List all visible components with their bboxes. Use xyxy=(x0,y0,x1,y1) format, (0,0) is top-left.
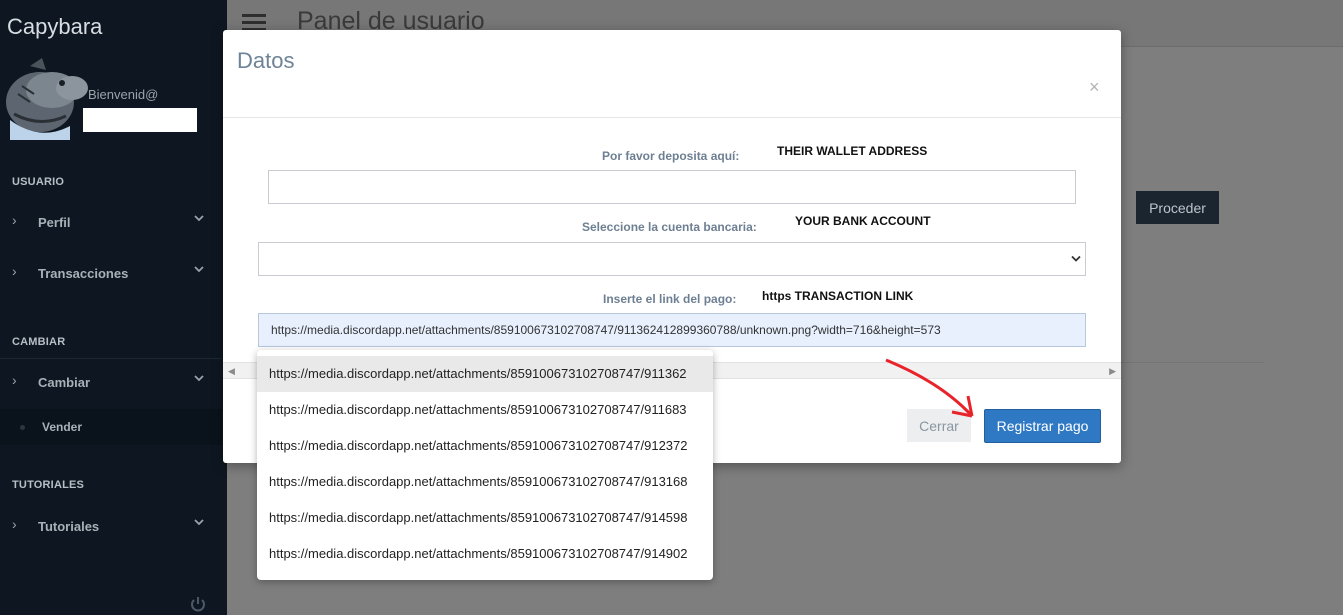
autocomplete-item[interactable]: https://media.discordapp.net/attachments… xyxy=(257,356,713,392)
chevron-down-icon xyxy=(194,519,204,526)
scroll-left-icon[interactable]: ◀ xyxy=(228,366,235,377)
link-annotation: https TRANSACTION LINK xyxy=(762,289,914,303)
bank-annotation: YOUR BANK ACCOUNT xyxy=(795,214,931,228)
wallet-address-input[interactable] xyxy=(268,170,1076,204)
chevron-right-icon: › xyxy=(12,372,17,388)
link-label: Inserte el link del pago: xyxy=(603,292,737,306)
autocomplete-item[interactable]: https://media.discordapp.net/attachments… xyxy=(257,392,713,428)
chevron-down-icon xyxy=(194,266,204,273)
brand-title[interactable]: Capybara xyxy=(7,14,102,40)
sidebar: Capybara Bienvenid@ USUARIO › Perfil › T… xyxy=(0,0,227,615)
deposit-label: Por favor deposita aquí: xyxy=(602,149,740,163)
close-icon[interactable]: × xyxy=(1089,77,1100,98)
payment-link-input[interactable]: https://media.discordapp.net/attachments… xyxy=(258,313,1086,347)
section-cambiar: CAMBIAR xyxy=(12,336,66,348)
section-tutoriales: TUTORIALES xyxy=(12,479,85,491)
wallet-annotation: THEIR WALLET ADDRESS xyxy=(777,144,928,158)
scroll-right-icon[interactable]: ▶ xyxy=(1109,366,1116,377)
chevron-down-icon xyxy=(1071,255,1081,262)
chevron-down-icon xyxy=(194,375,204,382)
annotation-arrow-icon xyxy=(885,358,974,418)
sidebar-item-transacciones[interactable]: › Transacciones xyxy=(0,251,222,295)
nav-divider xyxy=(0,358,222,359)
autocomplete-item[interactable]: https://media.discordapp.net/attachments… xyxy=(257,536,713,572)
chevron-right-icon: › xyxy=(12,263,17,279)
sidebar-item-label: Vender xyxy=(42,420,83,434)
bank-label: Seleccione la cuenta bancaria: xyxy=(582,220,757,234)
sidebar-item-label: Tutoriales xyxy=(38,518,100,534)
sidebar-item-label: Perfil xyxy=(38,214,71,230)
sidebar-item-label: Transacciones xyxy=(38,265,129,281)
welcome-text: Bienvenid@ xyxy=(88,87,159,102)
autocomplete-item[interactable]: https://media.discordapp.net/attachments… xyxy=(257,428,713,464)
power-icon[interactable] xyxy=(188,594,208,614)
modal-title: Datos xyxy=(237,48,295,73)
chevron-right-icon: › xyxy=(12,516,17,532)
bank-account-select[interactable] xyxy=(258,242,1086,276)
chevron-down-icon xyxy=(194,215,204,222)
autocomplete-item[interactable]: https://media.discordapp.net/attachments… xyxy=(257,500,713,536)
sidebar-item-tutoriales[interactable]: › Tutoriales xyxy=(0,504,222,548)
capybara-avatar-icon xyxy=(6,58,88,140)
username-box xyxy=(83,108,197,132)
sidebar-item-perfil[interactable]: › Perfil xyxy=(0,200,222,244)
sidebar-item-vender[interactable]: Vender xyxy=(0,409,222,445)
proceder-button[interactable]: Proceder xyxy=(1136,191,1219,224)
bullet-icon xyxy=(20,425,25,430)
sidebar-item-label: Cambiar xyxy=(38,374,91,390)
chevron-right-icon: › xyxy=(12,212,17,228)
autocomplete-item[interactable]: https://media.discordapp.net/attachments… xyxy=(257,464,713,500)
registrar-pago-button[interactable]: Registrar pago xyxy=(984,409,1101,443)
section-usuario: USUARIO xyxy=(12,176,65,188)
divider xyxy=(1121,362,1264,363)
sidebar-item-cambiar[interactable]: › Cambiar xyxy=(0,360,222,404)
modal-header: Datos × xyxy=(223,30,1121,118)
autocomplete-dropdown: https://media.discordapp.net/attachments… xyxy=(257,350,713,580)
